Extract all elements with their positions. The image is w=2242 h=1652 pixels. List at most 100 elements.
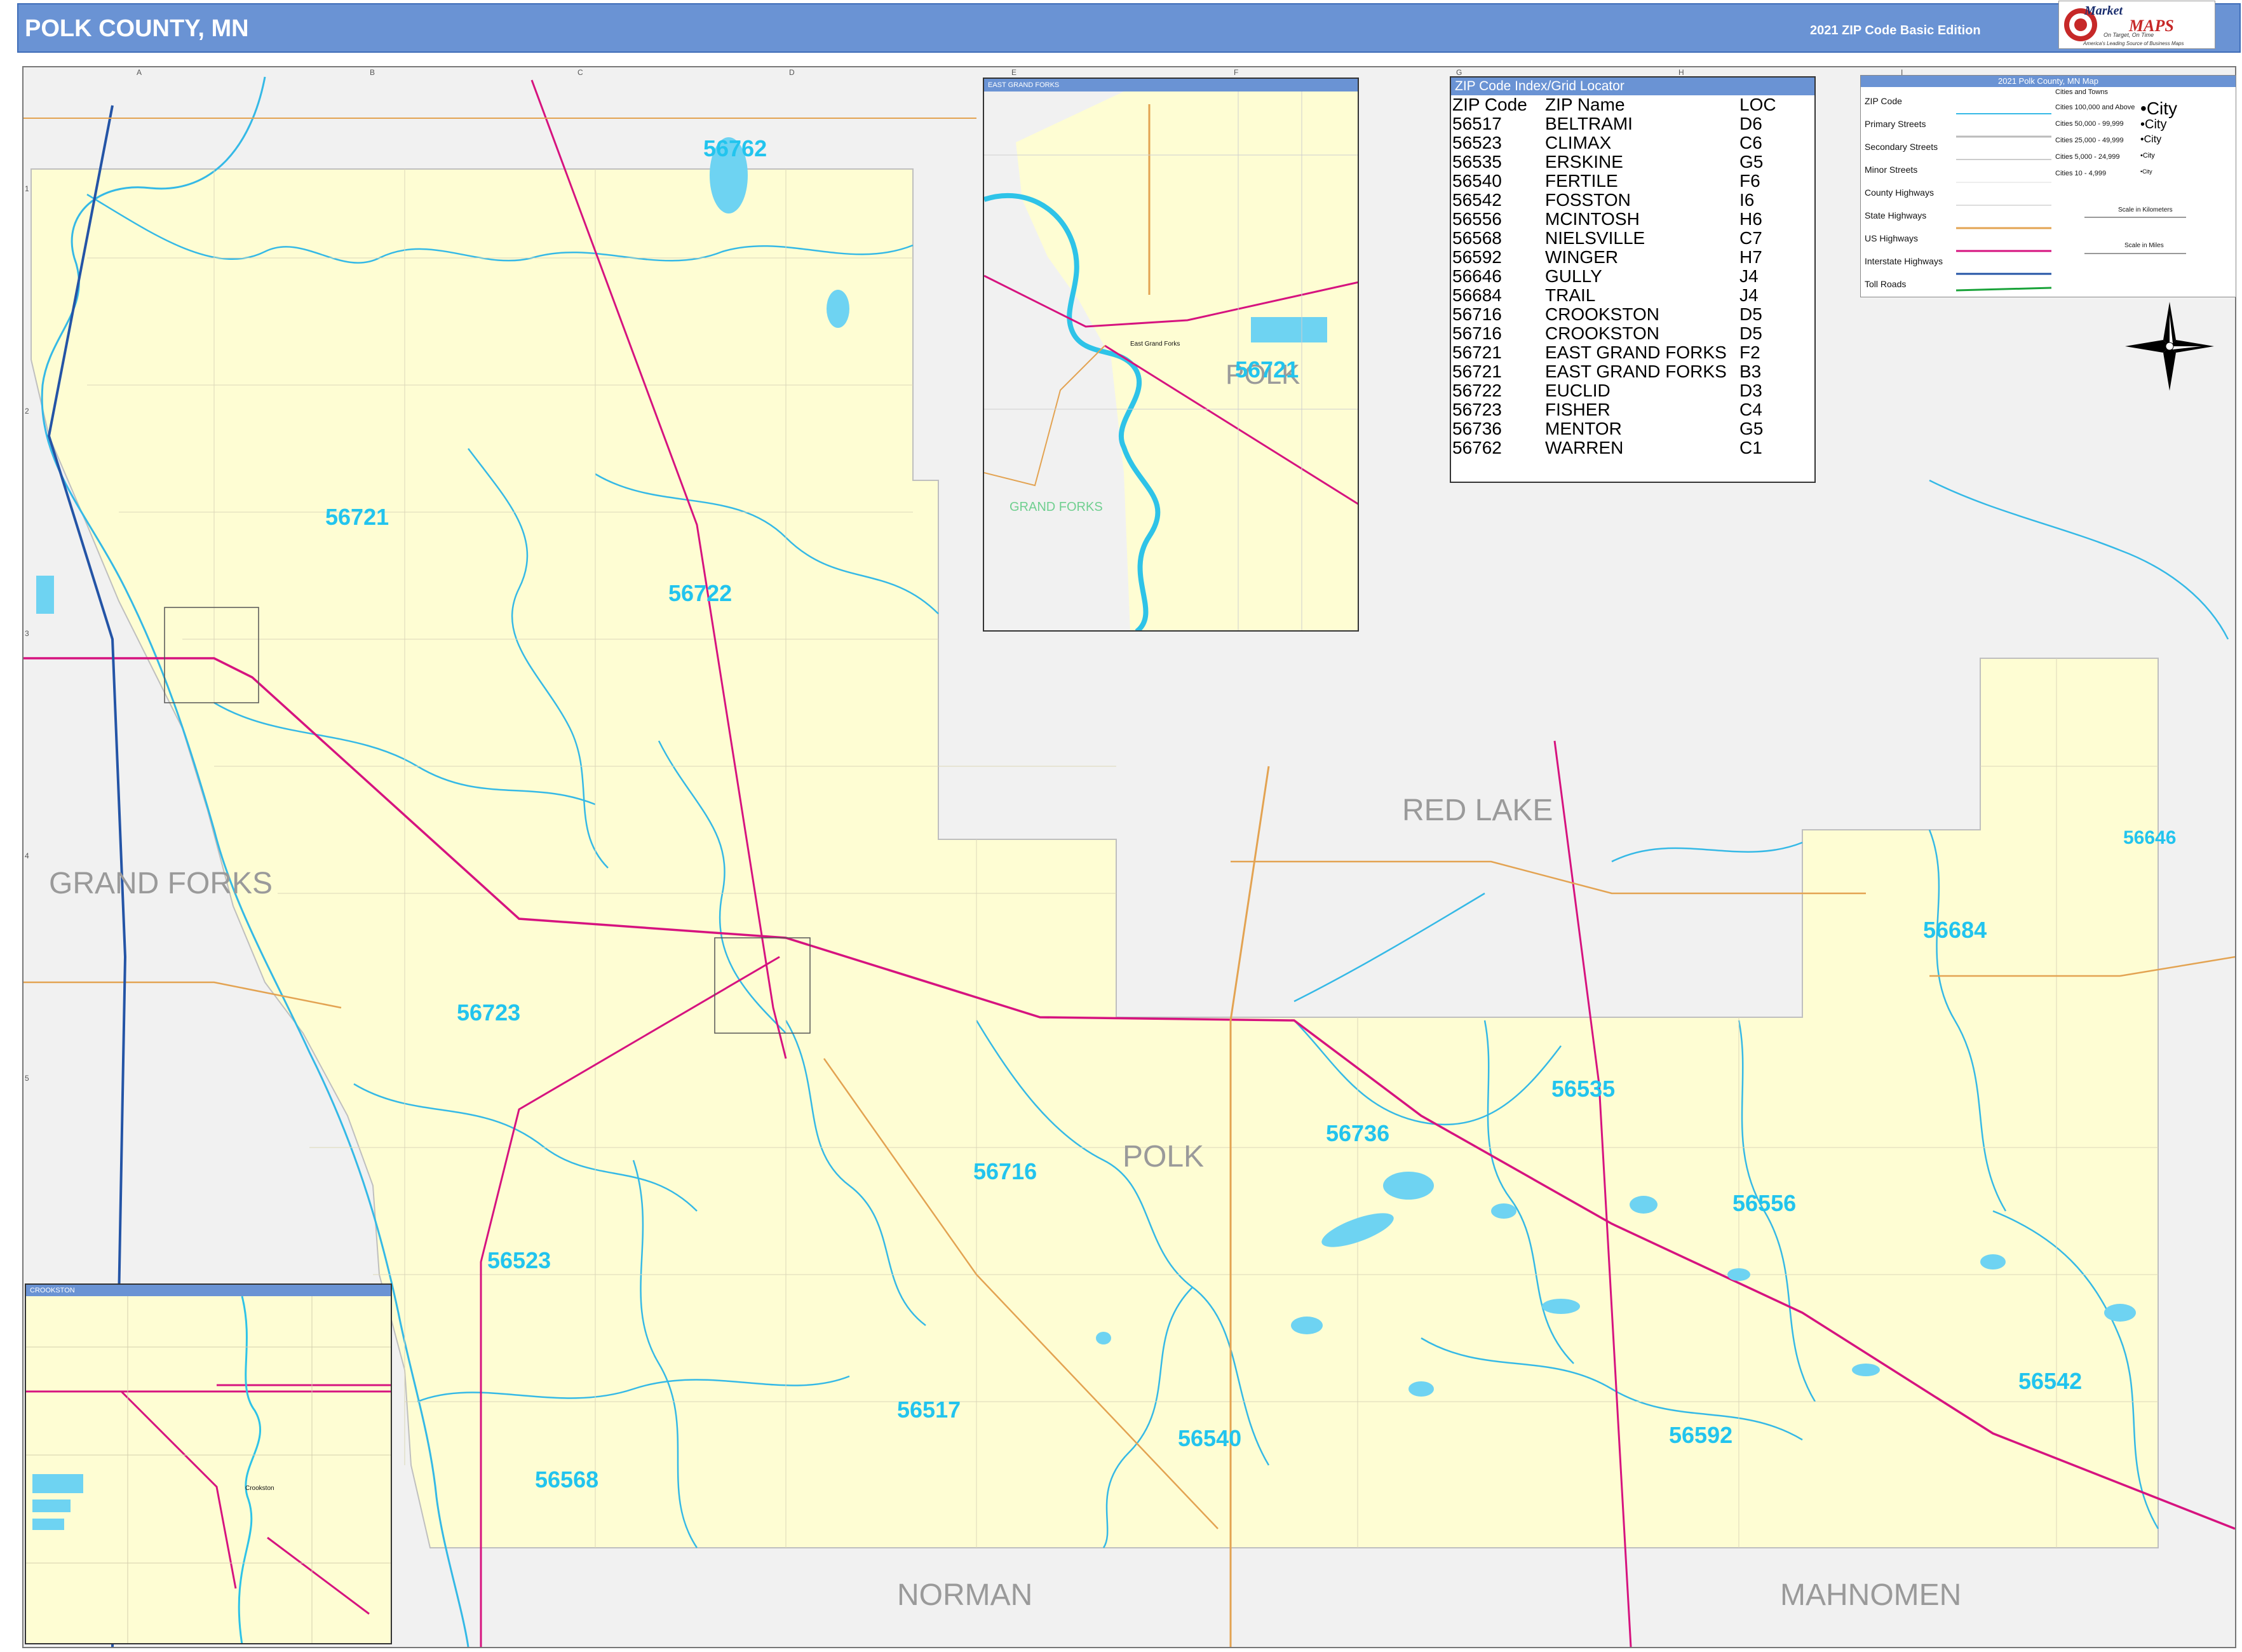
index-name-cell: ERSKINE bbox=[1545, 152, 1623, 172]
legend-toll-roads: Toll Roads bbox=[1865, 279, 1907, 289]
legend-cities-heading: Cities and Towns bbox=[2055, 88, 2108, 96]
index-loc-cell: D5 bbox=[1739, 323, 1762, 343]
index-row: 56721 EAST GRAND FORKS B3 bbox=[1451, 362, 1814, 381]
grid-col-a: A bbox=[137, 68, 142, 77]
index-header-zip: ZIP Code bbox=[1452, 95, 1527, 114]
grid-row-2: 2 bbox=[25, 407, 29, 416]
index-loc-cell: D5 bbox=[1739, 304, 1762, 324]
index-loc-cell: F2 bbox=[1739, 342, 1760, 362]
grid-row-4: 4 bbox=[25, 851, 29, 860]
index-name-cell: EUCLID bbox=[1545, 381, 1611, 400]
index-loc-cell: C6 bbox=[1739, 133, 1762, 152]
east-grand-forks-inset[interactable]: EAST GRAND FORKS East Grand Forks POLK G… bbox=[983, 78, 1359, 632]
legend-county-highways: County Highways bbox=[1865, 187, 1934, 198]
index-loc-cell: H7 bbox=[1739, 247, 1762, 267]
egf-city-label: East Grand Forks bbox=[1130, 341, 1180, 348]
zip-label-56592: 56592 bbox=[1669, 1422, 1732, 1448]
index-name-cell: FERTILE bbox=[1545, 171, 1618, 191]
zip-label-56723: 56723 bbox=[457, 999, 520, 1026]
zip-label-56556: 56556 bbox=[1732, 1190, 1796, 1216]
index-name-cell: CROOKSTON bbox=[1545, 304, 1659, 324]
zip-label-56568: 56568 bbox=[535, 1466, 598, 1493]
legend-us-highways: US Highways bbox=[1865, 233, 1919, 243]
legend-minor-streets: Minor Streets bbox=[1865, 165, 1918, 175]
index-header-loc: LOC bbox=[1739, 95, 1776, 114]
index-name-cell: WARREN bbox=[1545, 438, 1624, 457]
county-label-red-lake: RED LAKE bbox=[1402, 794, 1553, 827]
index-loc-cell: J4 bbox=[1739, 266, 1759, 286]
zip-label-56540: 56540 bbox=[1178, 1425, 1241, 1451]
index-loc-cell: C4 bbox=[1739, 400, 1762, 419]
index-row: 56723 FISHER C4 bbox=[1451, 400, 1814, 419]
legend-city-sample-5: •City bbox=[2140, 168, 2152, 175]
index-row: 56646 GULLY J4 bbox=[1451, 267, 1814, 286]
index-zip-cell: 56762 bbox=[1452, 438, 1502, 457]
grid-col-h: H bbox=[1678, 68, 1684, 77]
legend-city-class-1: Cities 100,000 and Above bbox=[2055, 104, 2135, 111]
index-name-cell: CROOKSTON bbox=[1545, 323, 1659, 343]
legend-city-sample-1: •City bbox=[2140, 98, 2178, 118]
index-name-cell: EAST GRAND FORKS bbox=[1545, 342, 1727, 362]
index-row: 56722 EUCLID D3 bbox=[1451, 381, 1814, 400]
legend-scale-km: Scale in Kilometers bbox=[2118, 207, 2173, 213]
zip-index-table: ZIP Code Index/Grid Locator ZIP Code ZIP… bbox=[1450, 76, 1816, 483]
index-name-cell: NIELSVILLE bbox=[1545, 228, 1645, 248]
index-title: ZIP Code Index/Grid Locator bbox=[1451, 78, 1814, 95]
legend-city-class-5: Cities 10 - 4,999 bbox=[2055, 170, 2107, 177]
index-name-cell: MCINTOSH bbox=[1545, 209, 1640, 229]
index-zip-cell: 56716 bbox=[1452, 323, 1502, 343]
zip-label-56684: 56684 bbox=[1923, 917, 1987, 943]
edition-label: 2021 ZIP Code Basic Edition bbox=[1810, 24, 1981, 37]
legend-scale-mi: Scale in Miles bbox=[2124, 242, 2164, 249]
index-name-cell: GULLY bbox=[1545, 266, 1602, 286]
map-title: POLK COUNTY, MN bbox=[25, 15, 249, 42]
index-name-cell: MENTOR bbox=[1545, 419, 1622, 438]
egf-county-grand-forks: GRAND FORKS bbox=[1010, 500, 1103, 514]
legend-primary-streets: Primary Streets bbox=[1865, 119, 1926, 129]
egf-inset-title: EAST GRAND FORKS bbox=[984, 79, 1358, 91]
index-name-cell: EAST GRAND FORKS bbox=[1545, 362, 1727, 381]
index-loc-cell: F6 bbox=[1739, 171, 1760, 191]
county-label-mahnomen: MAHNOMEN bbox=[1780, 1578, 1961, 1612]
grid-col-e: E bbox=[1011, 68, 1016, 77]
legend-city-sample-4: •City bbox=[2140, 152, 2155, 159]
header-bar: POLK COUNTY, MN 2021 ZIP Code Basic Edit… bbox=[17, 3, 2241, 53]
grid-col-d: D bbox=[789, 68, 795, 77]
index-name-cell: FISHER bbox=[1545, 400, 1611, 419]
compass-rose-icon bbox=[2125, 302, 2214, 391]
zip-label-56646: 56646 bbox=[2123, 827, 2176, 848]
legend-state-highways: State Highways bbox=[1865, 210, 1927, 220]
index-rows: 56517 BELTRAMI D6 56523 CLIMAX C6 56535 ERSKINE… bbox=[1451, 114, 1814, 457]
legend-city-sample-3: •City bbox=[2140, 134, 2162, 145]
crookston-inset[interactable]: CROOKSTON Crookston bbox=[25, 1283, 392, 1644]
index-zip-cell: 56523 bbox=[1452, 133, 1502, 152]
zip-label-56716: 56716 bbox=[973, 1158, 1037, 1184]
county-label-polk: POLK bbox=[1123, 1140, 1204, 1174]
zip-label-56736: 56736 bbox=[1326, 1120, 1389, 1146]
brand-logo[interactable]: Market MAPS On Target, On Time America's… bbox=[2058, 1, 2215, 49]
index-zip-cell: 56535 bbox=[1452, 152, 1502, 172]
index-zip-cell: 56592 bbox=[1452, 247, 1502, 267]
grid-col-g: G bbox=[1456, 68, 1462, 77]
legend-city-class-3: Cities 25,000 - 49,999 bbox=[2055, 137, 2124, 144]
zip-label-56517: 56517 bbox=[897, 1397, 961, 1423]
index-row: 56716 CROOKSTON D5 bbox=[1451, 305, 1814, 324]
index-row: 56736 MENTOR G5 bbox=[1451, 419, 1814, 438]
egf-zip-56721: 56721 bbox=[1235, 356, 1299, 383]
index-name-cell: FOSSTON bbox=[1545, 190, 1631, 210]
index-loc-cell: C7 bbox=[1739, 228, 1762, 248]
county-label-norman: NORMAN bbox=[897, 1578, 1032, 1612]
index-header-name: ZIP Name bbox=[1545, 95, 1625, 114]
index-row: 56540 FERTILE F6 bbox=[1451, 172, 1814, 191]
index-loc-cell: D3 bbox=[1739, 381, 1762, 400]
index-zip-cell: 56568 bbox=[1452, 228, 1502, 248]
legend-city-class-4: Cities 5,000 - 24,999 bbox=[2055, 153, 2120, 161]
index-loc-cell: H6 bbox=[1739, 209, 1762, 229]
index-row: 56592 WINGER H7 bbox=[1451, 248, 1814, 267]
index-zip-cell: 56723 bbox=[1452, 400, 1502, 419]
legend-zip-code: ZIP Code bbox=[1865, 96, 1902, 106]
index-row: 56716 CROOKSTON D5 bbox=[1451, 324, 1814, 343]
index-row: 56762 WARREN C1 bbox=[1451, 438, 1814, 457]
crookston-inset-map: Crookston bbox=[26, 1296, 391, 1643]
index-row: 56556 MCINTOSH H6 bbox=[1451, 210, 1814, 229]
